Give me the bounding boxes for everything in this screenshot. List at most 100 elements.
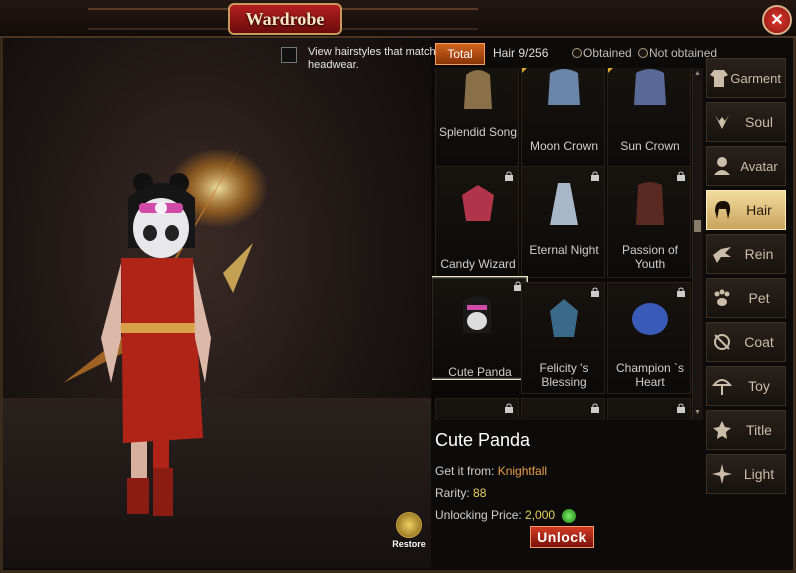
- boot-right: [127, 478, 149, 514]
- scroll-thumb[interactable]: [694, 220, 701, 232]
- weapon-ornament: [223, 243, 253, 293]
- tab-coat[interactable]: Coat: [706, 322, 786, 362]
- lock-icon: [591, 403, 599, 413]
- grid-item[interactable]: Champion `s Heart: [607, 282, 691, 394]
- grid-item[interactable]: Passion of Youth: [607, 166, 691, 278]
- unlock-button[interactable]: Unlock: [530, 526, 594, 548]
- scroll-down-icon[interactable]: ▼: [694, 409, 701, 417]
- title-bar: Wardrobe ✕: [0, 0, 796, 38]
- tab-soul[interactable]: Soul: [706, 102, 786, 142]
- tab-garment[interactable]: Garment: [706, 58, 786, 98]
- arm-left: [101, 263, 121, 383]
- panda-eye-right: [165, 225, 179, 241]
- gem-currency-icon: [562, 508, 577, 523]
- window-title: Wardrobe: [228, 3, 342, 35]
- item-name: Splendid Song: [438, 125, 518, 139]
- hairstyle-thumbnail: [632, 303, 668, 335]
- restore-icon: [396, 512, 422, 538]
- grid-item-partial[interactable]: [607, 398, 691, 420]
- source-label: Get it from:: [435, 464, 495, 478]
- radio-icon: [572, 48, 582, 58]
- tab-label: Coat: [744, 333, 774, 350]
- item-name: Passion of Youth: [621, 243, 679, 271]
- lock-icon: [591, 287, 599, 297]
- panda-hat-thumbnail: [463, 296, 491, 333]
- rarity-value: 88: [473, 486, 487, 500]
- price-value: 2,000: [525, 508, 556, 522]
- restore-label: Restore: [392, 539, 426, 549]
- tab-title[interactable]: Title: [706, 410, 786, 450]
- restore-button[interactable]: Restore: [392, 512, 426, 549]
- lock-icon: [591, 171, 599, 181]
- tab-avatar[interactable]: Avatar: [706, 146, 786, 186]
- tab-hair[interactable]: Hair: [706, 190, 786, 230]
- lock-icon: [677, 287, 685, 297]
- source-row: Get it from: Knightfall: [435, 464, 547, 478]
- character-preview[interactable]: Restore: [3, 38, 431, 568]
- total-filter-button[interactable]: Total: [435, 43, 485, 65]
- light-icon: [707, 460, 737, 488]
- obtained-radio[interactable]: Obtained: [572, 46, 632, 60]
- grid-scrollbar[interactable]: ▲ ▼: [692, 68, 703, 420]
- match-headwear-checkbox[interactable]: [281, 47, 297, 63]
- lock-icon: [505, 171, 513, 181]
- hairstyle-thumbnail: [636, 182, 664, 225]
- item-name: Felicity 's Blessing: [539, 361, 589, 389]
- hairstyle-thumbnail: [464, 70, 492, 109]
- grid-item[interactable]: Candy Wizard: [435, 166, 519, 278]
- title-icon: [707, 416, 737, 444]
- hairstyle-thumbnail: [634, 69, 666, 105]
- title-ornament-left: [88, 8, 228, 30]
- tab-label: Toy: [748, 377, 770, 394]
- soul-icon: [707, 108, 737, 136]
- filter-bar: Total Hair 9/256 Obtained Not obtained: [432, 42, 722, 66]
- tab-label: Soul: [744, 113, 774, 130]
- category-tabs: Garment Soul Avatar Hair Rein Pet Coat T…: [706, 58, 786, 498]
- grid-item[interactable]: Felicity 's Blessing: [521, 282, 605, 394]
- item-name: Champion `s Heart: [615, 361, 685, 389]
- hairstyle-thumbnail: [550, 183, 578, 225]
- grid-item-partial[interactable]: [435, 398, 519, 420]
- paw-icon: [707, 284, 737, 312]
- item-details: Cute Panda Get it from: Knightfall Rarit…: [432, 424, 702, 564]
- item-name: Moon Crown: [529, 139, 599, 153]
- obtained-label: Obtained: [583, 46, 632, 60]
- tab-rein[interactable]: Rein: [706, 234, 786, 274]
- grid-item-selected[interactable]: Cute Panda: [432, 276, 528, 380]
- coat-icon: [707, 328, 737, 356]
- close-button[interactable]: ✕: [762, 5, 792, 35]
- new-item-corner: [608, 68, 620, 73]
- dress: [121, 258, 203, 443]
- item-name: Cute Panda: [448, 365, 512, 379]
- radio-icon: [638, 48, 648, 58]
- grid-item[interactable]: Sun Crown: [607, 68, 691, 172]
- rein-icon: [707, 240, 737, 268]
- panda-eye-left: [143, 225, 157, 241]
- hair-icon: [707, 196, 737, 224]
- price-label: Unlocking Price:: [435, 508, 522, 522]
- grid-item[interactable]: Eternal Night: [521, 166, 605, 278]
- hairstyle-thumbnail: [548, 69, 580, 105]
- tab-label: Pet: [748, 289, 770, 306]
- hair-grid: Splendid Song Moon Crown Sun Crown Candy…: [432, 68, 702, 420]
- scroll-up-icon[interactable]: ▲: [694, 70, 701, 78]
- grid-item[interactable]: Splendid Song: [435, 68, 519, 172]
- hairstyle-thumbnail: [462, 185, 494, 221]
- source-value: Knightfall: [497, 464, 548, 478]
- tab-pet[interactable]: Pet: [706, 278, 786, 318]
- grid-item-partial[interactable]: [521, 398, 605, 420]
- toy-icon: [707, 372, 737, 400]
- tab-light[interactable]: Light: [706, 454, 786, 494]
- tab-label: Garment: [730, 70, 781, 86]
- price-row: Unlocking Price: 2,000: [435, 508, 577, 523]
- item-name: Sun Crown: [620, 139, 680, 153]
- grid-item[interactable]: Moon Crown: [521, 68, 605, 172]
- item-name: Candy Wizard: [440, 257, 516, 271]
- item-name: Eternal Night: [529, 243, 599, 257]
- character-model: [63, 143, 268, 516]
- tab-label: Light: [743, 465, 775, 482]
- rarity-row: Rarity: 88: [435, 486, 486, 500]
- hairstyle-thumbnail: [550, 299, 578, 337]
- avatar-icon: [707, 152, 737, 180]
- tab-toy[interactable]: Toy: [706, 366, 786, 406]
